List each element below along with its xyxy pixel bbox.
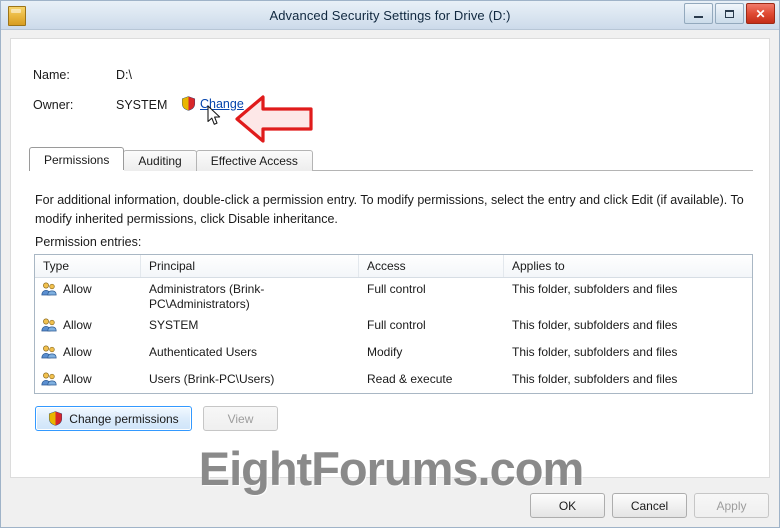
user-group-icon [41, 282, 57, 296]
column-header-applies-to[interactable]: Applies to [504, 255, 752, 277]
table-row[interactable]: Allow Authenticated Users Modify This fo… [35, 341, 752, 368]
tab-effective-access[interactable]: Effective Access [195, 150, 313, 171]
cell-applies-to: This folder, subfolders and files [512, 282, 678, 296]
cell-applies-to: This folder, subfolders and files [512, 372, 678, 386]
tab-selected-cover [30, 170, 124, 172]
owner-value: SYSTEM [116, 98, 168, 112]
tab-auditing-label: Auditing [138, 154, 182, 168]
screenshot-root: Advanced Security Settings for Drive (D:… [0, 0, 780, 528]
column-header-principal[interactable]: Principal [141, 255, 359, 277]
type-value: Allow [63, 282, 92, 296]
user-group-icon [41, 318, 57, 332]
dialog-footer: OK Cancel Apply [530, 493, 769, 518]
red-arrow-annotation [235, 95, 313, 143]
type-value: Allow [63, 318, 92, 332]
cell-access: Full control [367, 282, 426, 296]
tab-permissions[interactable]: Permissions [29, 147, 125, 171]
window-titlebar: Advanced Security Settings for Drive (D:… [1, 1, 779, 30]
uac-shield-icon [181, 96, 196, 111]
name-label: Name: [33, 68, 70, 82]
settings-panel: Name: D:\ Owner: SYSTEM Change Permissio… [10, 38, 770, 478]
minimize-icon [694, 15, 703, 18]
column-header-type[interactable]: Type [35, 255, 141, 277]
table-row[interactable]: Allow Users (Brink-PC\Users) Read & exec… [35, 368, 752, 395]
view-button[interactable]: View [203, 406, 278, 431]
list-body: Allow Administrators (Brink-PC\Administr… [35, 278, 752, 395]
tab-permissions-label: Permissions [44, 152, 110, 167]
uac-shield-icon [49, 411, 63, 426]
owner-label: Owner: [33, 98, 74, 112]
list-header-row: Type Principal Access Applies to [35, 255, 752, 278]
window-controls: ✕ [684, 3, 775, 24]
tabstrip: Permissions Auditing Effective Access [29, 147, 313, 171]
cell-principal: Users (Brink-PC\Users) [149, 372, 275, 386]
cell-applies-to: This folder, subfolders and files [512, 318, 678, 332]
table-row[interactable]: Allow SYSTEM Full control This folder, s… [35, 314, 752, 341]
cell-access: Modify [367, 345, 403, 359]
change-permissions-button[interactable]: Change permissions [35, 406, 192, 431]
mouse-pointer-icon [207, 105, 221, 125]
permission-entries-label: Permission entries: [35, 235, 142, 249]
drive-icon [8, 6, 26, 26]
table-row[interactable]: Allow Administrators (Brink-PC\Administr… [35, 278, 752, 314]
maximize-icon [725, 9, 734, 18]
window-title: Advanced Security Settings for Drive (D:… [269, 7, 511, 23]
minimize-button[interactable] [684, 3, 713, 24]
window-client-area: Name: D:\ Owner: SYSTEM Change Permissio… [1, 30, 779, 527]
apply-button[interactable]: Apply [694, 493, 769, 518]
advanced-security-settings-window: Advanced Security Settings for Drive (D:… [0, 0, 780, 528]
type-value: Allow [63, 345, 92, 359]
user-group-icon [41, 372, 57, 386]
user-group-icon [41, 345, 57, 359]
cell-access: Full control [367, 318, 426, 332]
cell-type: Allow [35, 318, 141, 333]
ok-button[interactable]: OK [530, 493, 605, 518]
type-value: Allow [63, 372, 92, 386]
cell-principal: Authenticated Users [149, 345, 258, 359]
cell-type: Allow [35, 345, 141, 360]
name-value: D:\ [116, 68, 132, 82]
column-header-access[interactable]: Access [359, 255, 504, 277]
cell-principal: Administrators (Brink-PC\Administrators) [149, 282, 265, 311]
permission-entries-list[interactable]: Type Principal Access Applies to Allow A… [34, 254, 753, 394]
instruction-text: For additional information, double-click… [35, 193, 744, 226]
cancel-button[interactable]: Cancel [612, 493, 687, 518]
maximize-button[interactable] [715, 3, 744, 24]
close-button[interactable]: ✕ [746, 3, 775, 24]
change-permissions-label: Change permissions [69, 411, 179, 426]
tab-auditing[interactable]: Auditing [123, 150, 197, 171]
cell-type: Allow [35, 282, 141, 297]
cell-access: Read & execute [367, 372, 453, 386]
tab-effective-access-label: Effective Access [210, 154, 298, 168]
cell-principal: SYSTEM [149, 318, 199, 332]
cell-type: Allow [35, 372, 141, 387]
cell-applies-to: This folder, subfolders and files [512, 345, 678, 359]
